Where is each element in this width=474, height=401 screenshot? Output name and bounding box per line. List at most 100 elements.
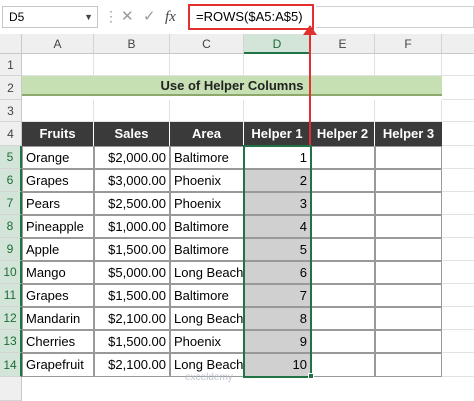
cell-helper-3[interactable] <box>375 146 442 169</box>
cell-g1[interactable] <box>442 54 474 76</box>
cell-g6[interactable] <box>442 169 474 192</box>
cell-helper-1[interactable]: 5 <box>244 238 311 261</box>
header-sales[interactable]: Sales <box>94 122 170 146</box>
row-header-14[interactable]: 14 <box>0 353 22 377</box>
cell-area[interactable]: Phoenix <box>170 330 244 353</box>
header-area[interactable]: Area <box>170 122 244 146</box>
cell-helper-3[interactable] <box>375 307 442 330</box>
row-header-10[interactable]: 10 <box>0 261 22 284</box>
cell-helper-2[interactable] <box>311 146 375 169</box>
column-header-f[interactable]: F <box>375 34 442 54</box>
column-header-d[interactable]: D <box>244 34 311 54</box>
cell-fruit[interactable]: Pears <box>22 192 94 215</box>
cell-fruit[interactable]: Mango <box>22 261 94 284</box>
cell-g8[interactable] <box>442 215 474 238</box>
cell-helper-2[interactable] <box>311 261 375 284</box>
cell-sales[interactable]: $2,100.00 <box>94 353 170 377</box>
cell-g9[interactable] <box>442 238 474 261</box>
row-header-12[interactable]: 12 <box>0 307 22 330</box>
select-all-corner[interactable] <box>0 34 22 54</box>
cell-g5[interactable] <box>442 146 474 169</box>
cell-b1[interactable] <box>94 54 170 76</box>
row-header-2[interactable]: 2 <box>0 76 22 100</box>
cell-helper-1[interactable]: 9 <box>244 330 311 353</box>
cell-d3[interactable] <box>244 100 311 122</box>
cell-helper-2[interactable] <box>311 353 375 377</box>
cell-e3[interactable] <box>311 100 375 122</box>
cell-sales[interactable]: $1,000.00 <box>94 215 170 238</box>
cell-area[interactable]: Long Beach <box>170 307 244 330</box>
cell-helper-1[interactable]: 8 <box>244 307 311 330</box>
row-header-6[interactable]: 6 <box>0 169 22 192</box>
cell-area[interactable]: Phoenix <box>170 169 244 192</box>
cell-helper-2[interactable] <box>311 215 375 238</box>
cell-sales[interactable]: $5,000.00 <box>94 261 170 284</box>
cell-fruit[interactable]: Pineapple <box>22 215 94 238</box>
cell-fruit[interactable]: Orange <box>22 146 94 169</box>
cell-helper-1[interactable]: 10 <box>244 353 311 377</box>
cell-fruit[interactable]: Apple <box>22 238 94 261</box>
cell-g11[interactable] <box>442 284 474 307</box>
cell-sales[interactable]: $2,100.00 <box>94 307 170 330</box>
cell-helper-2[interactable] <box>311 192 375 215</box>
cell-d1[interactable] <box>244 54 311 76</box>
cell-fruit[interactable]: Grapefruit <box>22 353 94 377</box>
column-header-e[interactable]: E <box>311 34 375 54</box>
cell-helper-3[interactable] <box>375 238 442 261</box>
cell-helper-3[interactable] <box>375 192 442 215</box>
enter-icon[interactable]: ✓ <box>143 6 156 28</box>
cell-b3[interactable] <box>94 100 170 122</box>
cell-fruit[interactable]: Mandarin <box>22 307 94 330</box>
cell-fruit[interactable]: Cherries <box>22 330 94 353</box>
cell-helper-3[interactable] <box>375 169 442 192</box>
cell-helper-2[interactable] <box>311 330 375 353</box>
cancel-icon[interactable]: ✕ <box>121 6 134 28</box>
cell-f3[interactable] <box>375 100 442 122</box>
cell-c3[interactable] <box>170 100 244 122</box>
sheet-title[interactable]: Use of Helper Columns <box>22 76 442 96</box>
cell-g13[interactable] <box>442 330 474 353</box>
cell-helper-1[interactable]: 2 <box>244 169 311 192</box>
formula-input[interactable]: =ROWS($A5:A$5) <box>188 4 314 30</box>
cell-f1[interactable] <box>375 54 442 76</box>
cell-c1[interactable] <box>170 54 244 76</box>
cell-sales[interactable]: $3,000.00 <box>94 169 170 192</box>
cell-helper-3[interactable] <box>375 215 442 238</box>
cell-g12[interactable] <box>442 307 474 330</box>
row-header-8[interactable]: 8 <box>0 215 22 238</box>
cell-helper-1[interactable]: 7 <box>244 284 311 307</box>
cell-area[interactable]: Phoenix <box>170 192 244 215</box>
cell-g10[interactable] <box>442 261 474 284</box>
cell-helper-1[interactable]: 6 <box>244 261 311 284</box>
header-fruits[interactable]: Fruits <box>22 122 94 146</box>
cell-a3[interactable] <box>22 100 94 122</box>
fill-handle[interactable] <box>308 373 314 379</box>
cell-g7[interactable] <box>442 192 474 215</box>
cell-sales[interactable]: $1,500.00 <box>94 330 170 353</box>
row-header-4[interactable]: 4 <box>0 122 22 146</box>
cell-helper-3[interactable] <box>375 330 442 353</box>
cell-helper-1[interactable]: 4 <box>244 215 311 238</box>
name-box[interactable]: D5 ▼ <box>2 6 98 28</box>
cell-helper-3[interactable] <box>375 284 442 307</box>
cell-sales[interactable]: $1,500.00 <box>94 284 170 307</box>
row-header-9[interactable]: 9 <box>0 238 22 261</box>
cell-sales[interactable]: $2,000.00 <box>94 146 170 169</box>
row-header-3[interactable]: 3 <box>0 100 22 122</box>
cell-g3[interactable] <box>442 100 474 122</box>
cell-fruit[interactable]: Grapes <box>22 284 94 307</box>
cell-g4[interactable] <box>442 122 474 146</box>
cell-a1[interactable] <box>22 54 94 76</box>
row-header-7[interactable]: 7 <box>0 192 22 215</box>
cell-area[interactable]: Baltimore <box>170 215 244 238</box>
row-header-5[interactable]: 5 <box>0 146 22 169</box>
cell-helper-2[interactable] <box>311 284 375 307</box>
cell-helper-2[interactable] <box>311 238 375 261</box>
cell-helper-3[interactable] <box>375 353 442 377</box>
cell-g14[interactable] <box>442 353 474 377</box>
cell-area[interactable]: Baltimore <box>170 238 244 261</box>
formula-bar-extension[interactable] <box>316 6 474 28</box>
cell-sales[interactable]: $2,500.00 <box>94 192 170 215</box>
cell-helper-3[interactable] <box>375 261 442 284</box>
column-header-c[interactable]: C <box>170 34 244 54</box>
